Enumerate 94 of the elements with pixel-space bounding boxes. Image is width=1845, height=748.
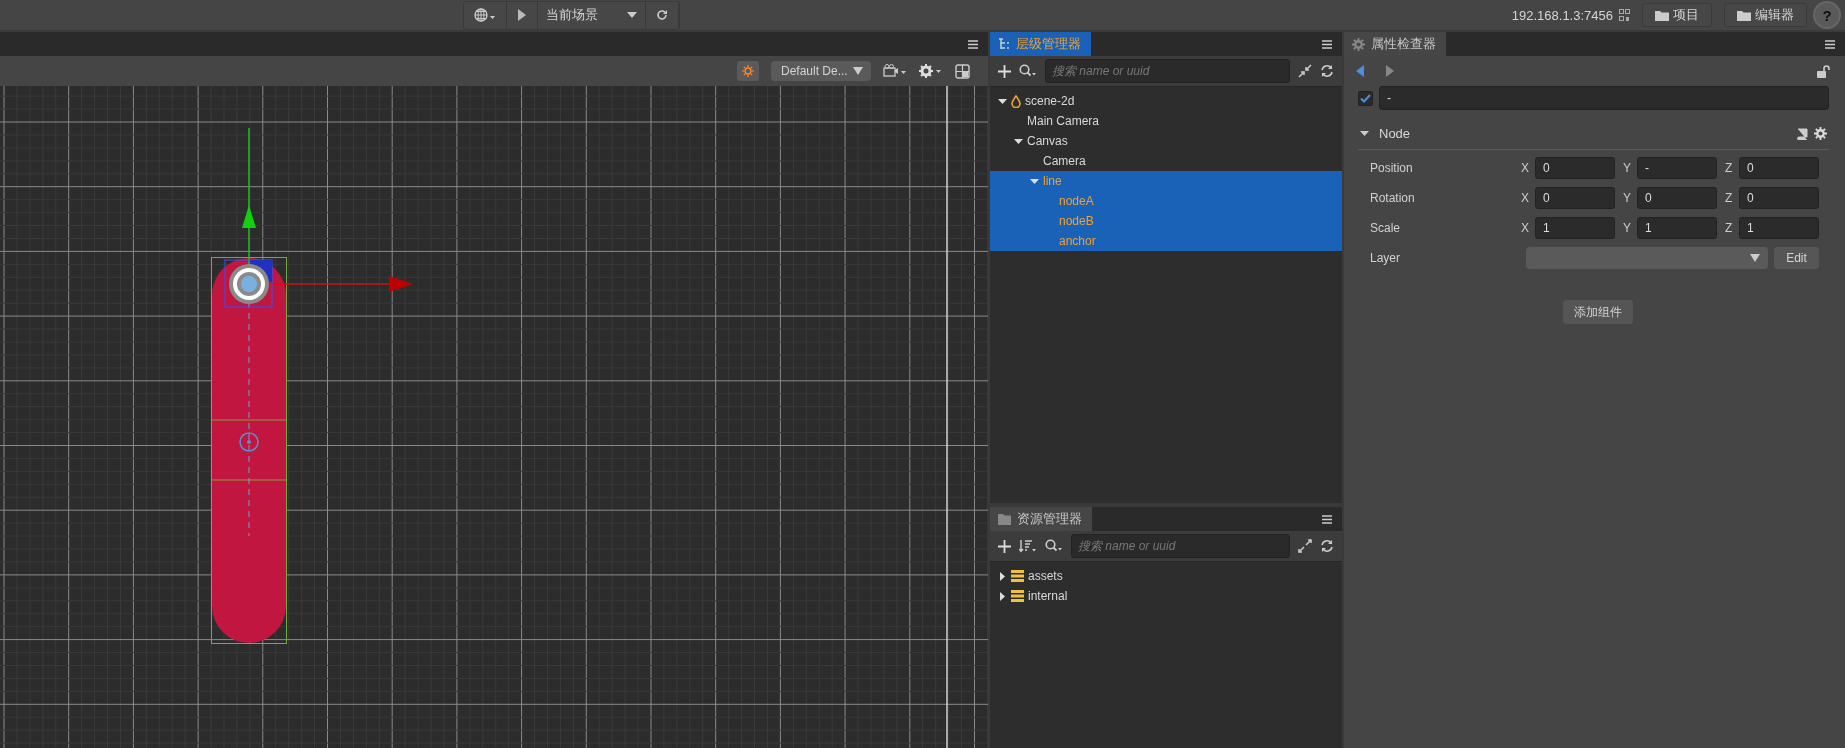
axis-label: Z [1725,221,1734,235]
collapse-icon[interactable] [1298,64,1312,78]
asset-item-label: internal [1028,589,1068,603]
inspector-tab[interactable]: 属性检查器 [1344,32,1446,56]
folder-icon [1655,9,1669,21]
tree-item-label: line [1043,174,1062,188]
search-icon[interactable] [1045,539,1063,553]
property-label: Position [1370,161,1414,175]
number-field[interactable]: 0 [1535,187,1615,209]
number-field[interactable]: 1 [1739,217,1819,239]
caret-icon [627,12,637,18]
tree-item[interactable]: Canvas [990,131,1342,151]
axis-label: Z [1725,191,1734,205]
qr-code-icon[interactable] [1619,8,1630,22]
component-header[interactable]: Node [1358,112,1829,150]
menu-icon[interactable] [1322,39,1332,49]
tree-item-label: scene-2d [1025,94,1075,108]
caret-icon[interactable] [1030,176,1039,186]
folder-icon [1737,9,1751,21]
search-icon[interactable] [1019,64,1037,78]
edit-button[interactable]: Edit [1774,247,1819,269]
number-field[interactable]: 0 [1535,157,1615,179]
database-icon [1011,590,1024,602]
property-label: Rotation [1370,191,1416,205]
move-gizmo[interactable] [224,127,413,308]
axis-label: Y [1623,221,1632,235]
tree-item-label: nodeA [1059,194,1094,208]
caret-icon[interactable] [1360,129,1369,138]
number-field[interactable]: 1 [1637,217,1717,239]
add-icon[interactable] [998,539,1011,553]
refresh-icon[interactable] [1320,539,1334,553]
globe-icon [474,8,496,22]
component-title: Node [1379,126,1411,141]
tree-item-label: Camera [1043,154,1086,168]
number-field[interactable]: 0 [1739,187,1819,209]
number-field[interactable]: 0 [1739,157,1819,179]
property-label: Layer [1370,251,1402,265]
checkmark-icon [1360,93,1371,103]
axis-label: Y [1623,191,1632,205]
number-field[interactable]: - [1637,157,1717,179]
sort-icon[interactable] [1019,539,1037,553]
database-icon [1011,570,1024,582]
menu-button[interactable]: 项目 [1642,3,1712,27]
tree-item-label: Main Camera [1027,114,1100,128]
refresh-icon[interactable] [1320,64,1334,78]
axis-label: Z [1725,161,1734,175]
caret-icon [1750,254,1760,262]
search-field[interactable]: 搜索 name or uuid [1071,534,1290,558]
camera-select[interactable]: Default De... [771,61,871,81]
caret-icon [853,67,863,75]
property-label: Scale [1370,221,1402,235]
menu-icon[interactable] [968,39,978,49]
add-component-button[interactable]: 添加组件 [1562,300,1633,324]
axis-label: Y [1623,161,1632,175]
assets-tab[interactable]: 资源管理器 [990,507,1092,531]
asset-item-label: assets [1028,569,1063,583]
tree-item[interactable]: scene-2d [990,91,1342,111]
server-address: 192.168.1.3:7456 [1511,7,1613,23]
lighting-button[interactable] [737,61,759,81]
camera-icon[interactable] [883,64,907,78]
unlock-icon[interactable] [1817,64,1831,78]
folder-icon [998,513,1011,525]
settings-icon[interactable] [919,64,943,78]
back-arrow-icon[interactable] [1356,65,1364,77]
tree-item-label: anchor [1059,234,1096,248]
tree-item[interactable]: Main Camera [990,111,1342,131]
layout-icon[interactable] [955,63,970,79]
menu-button[interactable]: 编辑器 [1724,3,1807,27]
caret-icon[interactable] [1014,136,1023,146]
play-icon [517,9,527,21]
caret-icon[interactable] [998,96,1007,106]
settings-icon [1352,37,1365,51]
forward-arrow-icon[interactable] [1386,65,1394,77]
active-checkbox[interactable] [1358,90,1373,106]
node-name-field[interactable]: - [1379,86,1829,110]
tree-icon [998,38,1010,50]
axis-label: X [1521,161,1530,175]
asset-item[interactable]: internal [990,586,1342,606]
asset-item[interactable]: assets [990,566,1342,586]
axis-label: X [1521,191,1530,205]
search-field[interactable]: 搜索 name or uuid [1045,59,1290,83]
sun-icon [742,65,754,77]
refresh-icon [656,9,668,21]
tree-item-label: nodeB [1059,214,1094,228]
tree-item[interactable]: Camera [990,151,1342,171]
menu-icon[interactable] [1825,39,1835,49]
number-field[interactable]: 1 [1535,217,1615,239]
axis-label: X [1521,221,1530,235]
tree-item-label: Canvas [1027,134,1068,148]
menu-icon[interactable] [1322,514,1332,524]
number-field[interactable]: 0 [1637,187,1717,209]
settings-icon[interactable] [1814,127,1827,140]
add-icon[interactable] [998,64,1011,78]
expand-icon[interactable] [1298,539,1312,553]
